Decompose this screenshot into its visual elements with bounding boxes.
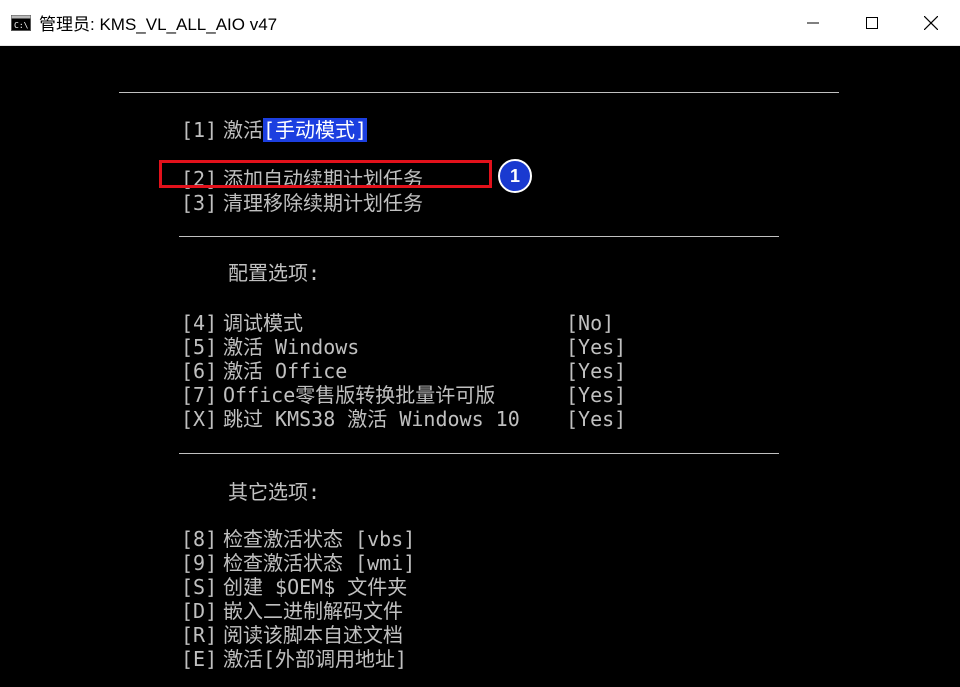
annotation-highlight-box — [159, 160, 492, 188]
minimize-icon — [806, 22, 819, 23]
config-item-7: [7] Office零售版转换批量许可版 — [181, 383, 495, 407]
window-title: 管理员: KMS_VL_ALL_AIO v47 — [39, 15, 278, 34]
config-value-7: [Yes] — [566, 383, 627, 407]
console-icon: C:\ — [11, 14, 31, 31]
config-item-6: [6] 激活 Office — [181, 359, 347, 383]
minimize-button[interactable] — [783, 0, 842, 45]
menu-label: 阅读该脚本自述文档 — [223, 623, 403, 647]
config-item-5: [5] 激活 Windows — [181, 335, 359, 359]
other-item-e: [E] 激活[外部调用地址] — [181, 647, 407, 671]
divider-2 — [179, 453, 779, 454]
menu-key: [S] — [181, 575, 218, 599]
menu-label: 激活[外部调用地址] — [223, 647, 408, 671]
menu-label: 清理移除续期计划任务 — [223, 191, 423, 215]
menu-key: [8] — [181, 527, 218, 551]
title-bar[interactable]: C:\ 管理员: KMS_VL_ALL_AIO v47 — [0, 0, 960, 46]
menu-label: 检查激活状态 [vbs] — [223, 527, 416, 551]
console-window: C:\ 管理员: KMS_VL_ALL_AIO v47 [1] 激活[手动模式] … — [0, 0, 960, 687]
menu-item-1: [1] 激活[手动模式] — [181, 118, 368, 142]
menu-key: [7] — [181, 383, 218, 407]
config-value-5: [Yes] — [566, 335, 627, 359]
menu-key: [4] — [181, 311, 218, 335]
menu-key: [1] — [181, 118, 218, 142]
menu-label: 嵌入二进制解码文件 — [223, 599, 403, 623]
config-heading: 配置选项: — [228, 261, 321, 285]
svg-text:C:\: C:\ — [14, 21, 29, 30]
maximize-button[interactable] — [842, 0, 901, 45]
menu-label: 调试模式 — [223, 311, 303, 335]
config-item-4: [4] 调试模式 — [181, 311, 303, 335]
menu-key: [E] — [181, 647, 218, 671]
other-item-r: [R] 阅读该脚本自述文档 — [181, 623, 403, 647]
menu-label: 跳过 KMS38 激活 Windows 10 — [223, 407, 520, 431]
menu-key: [X] — [181, 407, 218, 431]
other-heading: 其它选项: — [228, 480, 321, 504]
menu-label: 激活 Office — [223, 359, 348, 383]
other-item-s: [S] 创建 $OEM$ 文件夹 — [181, 575, 407, 599]
config-value-6: [Yes] — [566, 359, 627, 383]
menu-label: Office零售版转换批量许可版 — [223, 383, 496, 407]
menu-label: 激活 Windows — [223, 335, 360, 359]
menu-key: [3] — [181, 191, 218, 215]
config-value-4: [No] — [566, 311, 615, 335]
other-item-9: [9] 检查激活状态 [wmi] — [181, 551, 415, 575]
close-icon — [923, 15, 938, 30]
console-output[interactable]: [1] 激活[手动模式] [2] 添加自动续期计划任务 [3] 清理移除续期计划任务 … — [0, 46, 960, 687]
mode-highlight: [手动模式] — [263, 118, 368, 142]
other-item-d: [D] 嵌入二进制解码文件 — [181, 599, 403, 623]
menu-key: [D] — [181, 599, 218, 623]
menu-label: 创建 $OEM$ 文件夹 — [223, 575, 408, 599]
menu-key: [5] — [181, 335, 218, 359]
config-item-x: [X] 跳过 KMS38 激活 Windows 10 — [181, 407, 520, 431]
divider-top — [119, 92, 839, 93]
close-button[interactable] — [901, 0, 960, 45]
menu-label: 激活 — [223, 118, 263, 142]
config-value-x: [Yes] — [566, 407, 627, 431]
menu-label: 检查激活状态 [wmi] — [223, 551, 416, 575]
menu-key: [R] — [181, 623, 218, 647]
menu-key: [9] — [181, 551, 218, 575]
divider-1 — [179, 236, 779, 237]
menu-item-3: [3] 清理移除续期计划任务 — [181, 191, 423, 215]
maximize-icon — [865, 16, 878, 29]
other-item-8: [8] 检查激活状态 [vbs] — [181, 527, 415, 551]
menu-key: [6] — [181, 359, 218, 383]
annotation-badge: 1 — [498, 159, 532, 193]
